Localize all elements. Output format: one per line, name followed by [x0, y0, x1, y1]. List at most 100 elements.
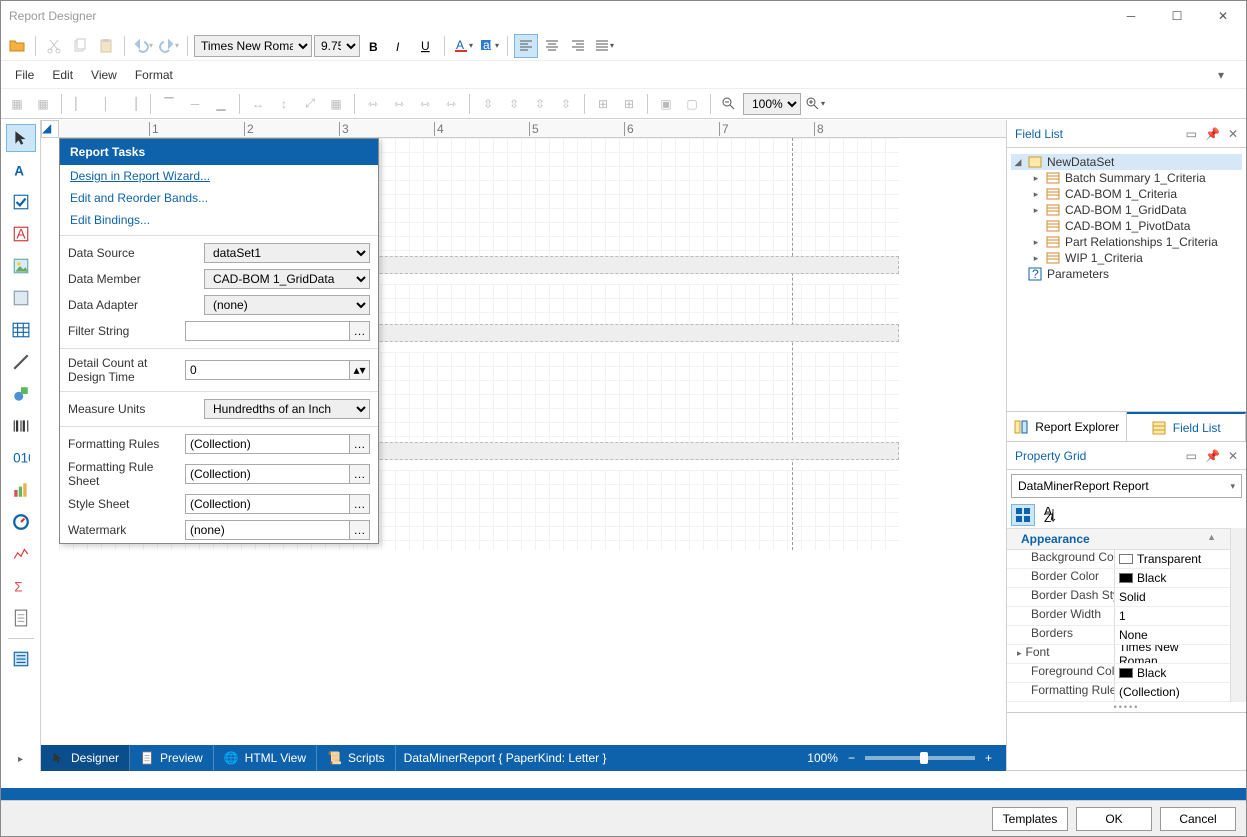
align-bottoms-icon[interactable]: ▁ — [209, 92, 233, 116]
same-size-icon[interactable]: ⤢ — [298, 92, 322, 116]
align-center-button[interactable] — [540, 34, 564, 58]
scripts-tab[interactable]: 📜Scripts — [317, 745, 396, 771]
subreport-tool[interactable] — [6, 604, 36, 632]
chart-tool[interactable] — [6, 476, 36, 504]
tree-node-table[interactable]: ▸CAD-BOM 1_PivotData — [1011, 218, 1242, 234]
align-right-button[interactable] — [566, 34, 590, 58]
tree-node-table[interactable]: ▸WIP 1_Criteria — [1011, 250, 1242, 266]
grid-snap2-icon[interactable]: ▦ — [31, 92, 55, 116]
center-v-icon[interactable]: ⊞ — [617, 92, 641, 116]
cut-button[interactable] — [42, 34, 66, 58]
pagebreak-tool[interactable] — [6, 645, 36, 673]
align-middles-icon[interactable]: ─ — [183, 92, 207, 116]
center-h-icon[interactable]: ⊞ — [591, 92, 615, 116]
italic-button[interactable] — [388, 34, 412, 58]
data-member-select[interactable]: CAD-BOM 1_GridData — [204, 269, 370, 289]
edit-bindings-link[interactable]: Edit Bindings... — [60, 209, 378, 231]
property-row[interactable]: Border Width1 — [1007, 607, 1230, 626]
zoom-out-button[interactable] — [717, 92, 741, 116]
same-width-icon[interactable]: ↔ — [246, 92, 270, 116]
panel-window-icon[interactable]: ▭ — [1186, 127, 1197, 141]
menu-format[interactable]: Format — [135, 68, 173, 82]
close-button[interactable]: ✕ — [1200, 1, 1246, 31]
tree-node-table[interactable]: ▸Part Relationships 1_Criteria — [1011, 234, 1242, 250]
zoom-slider[interactable] — [865, 756, 975, 760]
property-scrollbar[interactable] — [1230, 528, 1246, 702]
formatting-rule-sheet-input[interactable] — [185, 464, 350, 484]
checkbox-tool[interactable] — [6, 188, 36, 216]
panel-close-icon[interactable]: ✕ — [1228, 127, 1238, 141]
property-row[interactable]: BordersNone — [1007, 626, 1230, 645]
style-sheet-input[interactable] — [185, 494, 350, 514]
minimize-button[interactable]: ─ — [1108, 1, 1154, 31]
categorized-button[interactable] — [1011, 504, 1035, 526]
report-explorer-tab[interactable]: Report Explorer — [1007, 412, 1127, 441]
measure-units-select[interactable]: Hundredths of an Inch — [204, 399, 370, 419]
pivot-tool[interactable] — [6, 572, 36, 600]
tree-node-table[interactable]: ▸CAD-BOM 1_Criteria — [1011, 186, 1242, 202]
barcode-tool[interactable] — [6, 412, 36, 440]
zoom-select[interactable]: 100% — [743, 93, 801, 115]
font-size-select[interactable]: 9.75 — [314, 35, 360, 57]
align-rights-icon[interactable]: ▕ — [120, 92, 144, 116]
formatting-rules-input[interactable] — [185, 434, 350, 454]
gauge-tool[interactable] — [6, 508, 36, 536]
vspace-inc-icon[interactable]: ⇳ — [502, 92, 526, 116]
panel-pin-icon[interactable]: 📌 — [1205, 127, 1220, 141]
property-row[interactable]: Formatting Rules(Collection) — [1007, 683, 1230, 702]
grid-snap-icon[interactable]: ▦ — [5, 92, 29, 116]
hspace-dec-icon[interactable]: ⇿ — [413, 92, 437, 116]
toolbox-expand-icon[interactable]: ▸ — [18, 754, 23, 765]
zoom-plus-button[interactable]: + — [985, 751, 992, 765]
toolbar-overflow-icon[interactable]: ▾ — [1218, 68, 1232, 82]
zoom-in-button[interactable]: ▾ — [803, 92, 827, 116]
field-list-tab[interactable]: Field List — [1127, 412, 1247, 441]
ok-button[interactable]: OK — [1076, 807, 1152, 831]
vspace-equal-icon[interactable]: ⇳ — [476, 92, 500, 116]
templates-button[interactable]: Templates — [992, 807, 1068, 831]
richtext-tool[interactable] — [6, 220, 36, 248]
detail-count-spinner[interactable]: ▴▾ — [350, 360, 370, 380]
edit-bands-link[interactable]: Edit and Reorder Bands... — [60, 187, 378, 209]
design-wizard-link[interactable]: Design in Report Wizard... — [60, 165, 378, 187]
pointer-tool[interactable] — [6, 124, 36, 152]
font-name-select[interactable]: Times New Roman — [194, 35, 312, 57]
undo-button[interactable]: ▾ — [131, 34, 155, 58]
alphabetical-button[interactable] — [1039, 504, 1063, 526]
detail-count-input[interactable] — [185, 360, 350, 380]
send-back-icon[interactable]: ▢ — [680, 92, 704, 116]
menu-file[interactable]: File — [15, 68, 34, 82]
tree-node-parameters[interactable]: ▸Parameters — [1011, 266, 1242, 282]
watermark-input[interactable] — [185, 520, 350, 540]
formatting-rule-sheet-ellipsis-button[interactable]: … — [350, 464, 370, 484]
menu-edit[interactable]: Edit — [52, 68, 73, 82]
data-adapter-select[interactable]: (none) — [204, 295, 370, 315]
sparkline-tool[interactable] — [6, 540, 36, 568]
picture-tool[interactable] — [6, 252, 36, 280]
preview-tab[interactable]: Preview — [130, 745, 214, 771]
cancel-button[interactable]: Cancel — [1160, 807, 1236, 831]
filter-string-ellipsis-button[interactable]: … — [350, 321, 370, 341]
designer-tab[interactable]: Designer — [41, 745, 130, 771]
watermark-ellipsis-button[interactable]: … — [350, 520, 370, 540]
panel-window-icon[interactable]: ▭ — [1186, 449, 1197, 463]
zipcode-tool[interactable] — [6, 444, 36, 472]
align-centers-icon[interactable]: │ — [94, 92, 118, 116]
highlight-button[interactable]: ▾ — [477, 34, 501, 58]
panel-tool[interactable] — [6, 284, 36, 312]
hspace-remove-icon[interactable]: ⇿ — [439, 92, 463, 116]
property-row[interactable]: Background ColorTransparent — [1007, 550, 1230, 569]
vspace-remove-icon[interactable]: ⇳ — [554, 92, 578, 116]
property-row[interactable]: Border ColorBlack — [1007, 569, 1230, 588]
property-row[interactable]: Foreground ColorBlack — [1007, 664, 1230, 683]
tree-node-table[interactable]: ▸Batch Summary 1_Criteria — [1011, 170, 1242, 186]
style-sheet-ellipsis-button[interactable]: … — [350, 494, 370, 514]
html-view-tab[interactable]: 🌐HTML View — [214, 745, 317, 771]
hspace-inc-icon[interactable]: ⇿ — [387, 92, 411, 116]
property-object-select[interactable]: DataMinerReport Report▾ — [1011, 474, 1242, 498]
bold-button[interactable] — [362, 34, 386, 58]
line-tool[interactable] — [6, 348, 36, 376]
copy-button[interactable] — [68, 34, 92, 58]
design-surface[interactable]: ◢ 1 2 3 4 5 6 7 8 R — [41, 120, 1006, 771]
shape-tool[interactable] — [6, 380, 36, 408]
